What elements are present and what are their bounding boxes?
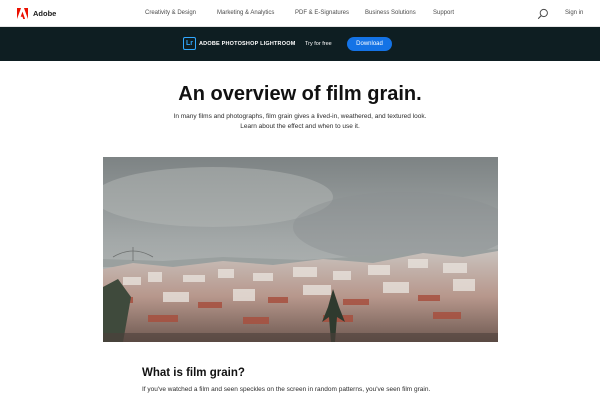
nav-link-creativity-design[interactable]: Creativity & Design <box>145 9 196 18</box>
sign-in-link[interactable]: Sign in <box>565 9 583 18</box>
nav-link-pdf-esignatures[interactable]: PDF & E-Signatures <box>295 9 349 18</box>
section-paragraph: If you've watched a film and seen speckl… <box>142 386 431 393</box>
adobe-home-link[interactable]: Adobe <box>17 8 56 19</box>
brand-name: Adobe <box>33 9 57 18</box>
try-for-free-link[interactable]: Try for free <box>305 40 332 48</box>
nav-link-support[interactable]: Support <box>433 9 454 18</box>
global-nav: Adobe Creativity & Design Marketing & An… <box>0 0 600 27</box>
product-name: ADOBE PHOTOSHOP LIGHTROOM <box>199 41 296 47</box>
section-heading: What is film grain? <box>142 367 245 379</box>
nav-link-marketing-analytics[interactable]: Marketing & Analytics <box>217 9 274 18</box>
intro-line: Learn about the effect and when to use i… <box>240 123 360 130</box>
adobe-logo-icon <box>17 8 28 19</box>
intro-paragraph: In many films and photographs, film grai… <box>150 112 450 132</box>
download-button[interactable]: Download <box>347 37 392 51</box>
hero-image-city-skyline <box>103 157 498 342</box>
city-photo-illustration <box>103 157 498 342</box>
nav-link-business-solutions[interactable]: Business Solutions <box>365 9 416 18</box>
page-title: An overview of film grain. <box>178 83 422 105</box>
search-icon <box>537 8 548 19</box>
product-bar: Lr ADOBE PHOTOSHOP LIGHTROOM Try for fre… <box>0 27 600 61</box>
lightroom-logo-icon: Lr <box>183 37 196 50</box>
intro-line: In many films and photographs, film grai… <box>173 113 427 120</box>
search-button[interactable] <box>537 7 549 19</box>
